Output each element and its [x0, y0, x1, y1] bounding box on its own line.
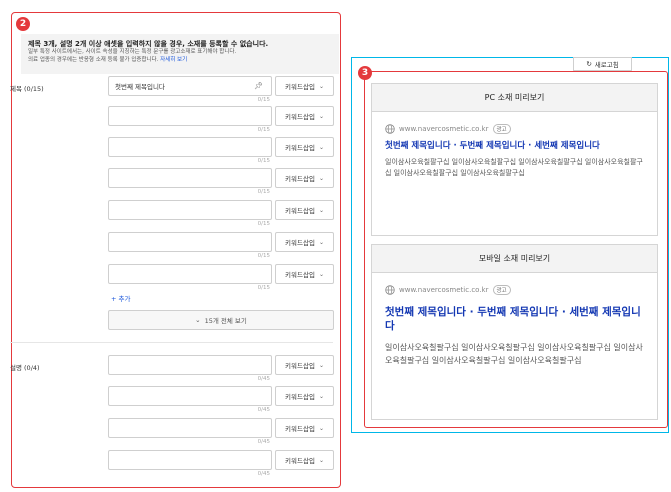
keyword-insert-button[interactable]: 키워드삽입 ⌄ [275, 232, 334, 252]
chevron-down-icon: ⌄ [318, 424, 324, 432]
ad-url: www.navercosmetic.co.kr [399, 125, 489, 133]
description-row: 0/45 키워드삽입 ⌄ [108, 386, 334, 416]
keyword-insert-button[interactable]: 키워드삽입 ⌄ [275, 450, 334, 470]
char-counter: 0/45 [257, 407, 270, 413]
keyword-insert-button[interactable]: 키워드삽입 ⌄ [275, 355, 334, 375]
char-counter: 0/15 [257, 285, 270, 291]
description-row: 0/45 키워드삽입 ⌄ [108, 355, 334, 385]
add-title-link[interactable]: + 추가 [111, 293, 130, 303]
ad-url-line: www.navercosmetic.co.kr 광고 [385, 124, 644, 134]
chevron-down-icon: ⌄ [318, 143, 324, 151]
char-counter: 0/15 [257, 221, 270, 227]
char-counter: 0/15 [257, 158, 270, 164]
title-input[interactable] [108, 106, 272, 126]
description-row: 0/45 키워드삽입 ⌄ [108, 450, 334, 480]
chevron-down-icon: ⌄ [318, 456, 324, 464]
notice-line-1: 일부 특정 사이트에서는, 사이트 속성을 지칭하는 특정 문구를 광고소재로 … [28, 49, 237, 55]
char-counter: 0/15 [257, 189, 270, 195]
chevron-down-icon: ⌄ [318, 238, 324, 246]
chevron-down-icon: ⌄ [318, 82, 324, 90]
title-row: 0/15 키워드삽입 ⌄ [108, 200, 334, 230]
ad-tag: 광고 [492, 285, 511, 295]
keyword-insert-button[interactable]: 키워드삽입 ⌄ [275, 106, 334, 126]
chevron-down-icon: ⌄ [318, 270, 324, 278]
chevron-down-icon: ⌄ [318, 112, 324, 120]
description-row: 0/45 키워드삽입 ⌄ [108, 418, 334, 448]
title-input[interactable] [108, 168, 272, 188]
description-input[interactable] [108, 386, 272, 406]
description-input[interactable] [108, 355, 272, 375]
char-counter: 0/15 [257, 127, 270, 133]
ad-title[interactable]: 첫번째 제목입니다 · 두번째 제목입니다 · 세번째 제목입니다 [385, 140, 644, 152]
char-counter: 0/45 [257, 439, 270, 445]
globe-icon [385, 124, 395, 134]
section-divider [10, 342, 333, 343]
keyword-insert-button[interactable]: 키워드삽입 ⌄ [275, 200, 334, 220]
title-row: 0/15 키워드삽입 ⌄ [108, 106, 334, 136]
notice-title: 제목 3개, 설명 2개 이상 애셋을 입력하지 않을 경우, 소재를 등록할 … [28, 40, 269, 48]
char-counter: 0/15 [257, 253, 270, 259]
title-row: 0/15 키워드삽입 ⌄ [108, 232, 334, 262]
step-badge: 2 [16, 17, 30, 31]
char-counter: 0/45 [257, 376, 270, 382]
chevron-down-icon: ⌄ [318, 361, 324, 369]
title-section-label: 제목 (0/15) [10, 85, 44, 93]
description-section-label: 설명 (0/4) [10, 364, 40, 372]
ad-tag: 광고 [492, 124, 511, 134]
pc-preview-header: PC 소재 미리보기 [372, 84, 657, 112]
title-input[interactable] [108, 232, 272, 252]
chevron-down-icon: ⌄ [318, 174, 324, 182]
keyword-insert-button[interactable]: 키워드삽입 ⌄ [275, 168, 334, 188]
keyword-insert-button[interactable]: 키워드삽입 ⌄ [275, 264, 334, 284]
ad-title[interactable]: 첫번째 제목입니다 · 두번째 제목입니다 · 세번째 제목입니다 [385, 305, 644, 333]
title-row: 첫번째 제목입니다 📌︎ 0/15 키워드삽입 ⌄ [108, 76, 334, 106]
title-row: 0/15 키워드삽입 ⌄ [108, 264, 334, 294]
char-counter: 0/15 [257, 97, 270, 103]
step-badge: 3 [358, 66, 372, 80]
char-counter: 0/45 [257, 471, 270, 477]
chevron-down-icon: ⌄ [195, 316, 201, 324]
title-input[interactable] [108, 200, 272, 220]
refresh-icon: ↻ [586, 60, 592, 68]
title-input[interactable] [108, 264, 272, 284]
keyword-insert-button[interactable]: 키워드삽입 ⌄ [275, 76, 334, 96]
view-all-button[interactable]: ⌄ 15개 전체 보기 [108, 310, 334, 330]
ad-description: 일이삼사오육칠팔구십 일이삼사오육칠팔구십 일이삼사오육칠팔구십 일이삼사오육칠… [385, 343, 643, 365]
keyword-insert-button[interactable]: 키워드삽입 ⌄ [275, 137, 334, 157]
title-row: 0/15 키워드삽입 ⌄ [108, 168, 334, 198]
keyword-insert-button[interactable]: 키워드삽입 ⌄ [275, 418, 334, 438]
pc-preview-card: PC 소재 미리보기 www.navercosmetic.co.kr 광고 첫번… [371, 83, 658, 236]
pin-icon[interactable]: 📌︎ [254, 82, 263, 90]
chevron-down-icon: ⌄ [318, 206, 324, 214]
mobile-preview-header: 모바일 소재 미리보기 [372, 245, 657, 273]
mobile-preview-card: 모바일 소재 미리보기 www.navercosmetic.co.kr 광고 첫… [371, 244, 658, 420]
notice-detail-link[interactable]: 자세히 보기 [160, 57, 187, 63]
ad-url: www.navercosmetic.co.kr [399, 286, 489, 294]
description-input[interactable] [108, 450, 272, 470]
globe-icon [385, 285, 395, 295]
notice-box: 제목 3개, 설명 2개 이상 애셋을 입력하지 않을 경우, 소재를 등록할 … [21, 34, 339, 74]
notice-line-2: 의료 업종의 경우에는 반응형 소재 등록 불가 입증합니다. 자세히 보기 [28, 56, 188, 63]
ad-url-line: www.navercosmetic.co.kr 광고 [385, 285, 644, 295]
ad-description: 일이삼사오육칠팔구십 일이삼사오육칠팔구십 일이삼사오육칠팔구십 일이삼사오육칠… [385, 158, 643, 177]
refresh-button[interactable]: ↻ 새로고침 [573, 57, 632, 71]
title-input[interactable] [108, 137, 272, 157]
chevron-down-icon: ⌄ [318, 392, 324, 400]
title-input[interactable]: 첫번째 제목입니다 📌︎ [108, 76, 272, 96]
title-row: 0/15 키워드삽입 ⌄ [108, 137, 334, 167]
description-input[interactable] [108, 418, 272, 438]
keyword-insert-button[interactable]: 키워드삽입 ⌄ [275, 386, 334, 406]
